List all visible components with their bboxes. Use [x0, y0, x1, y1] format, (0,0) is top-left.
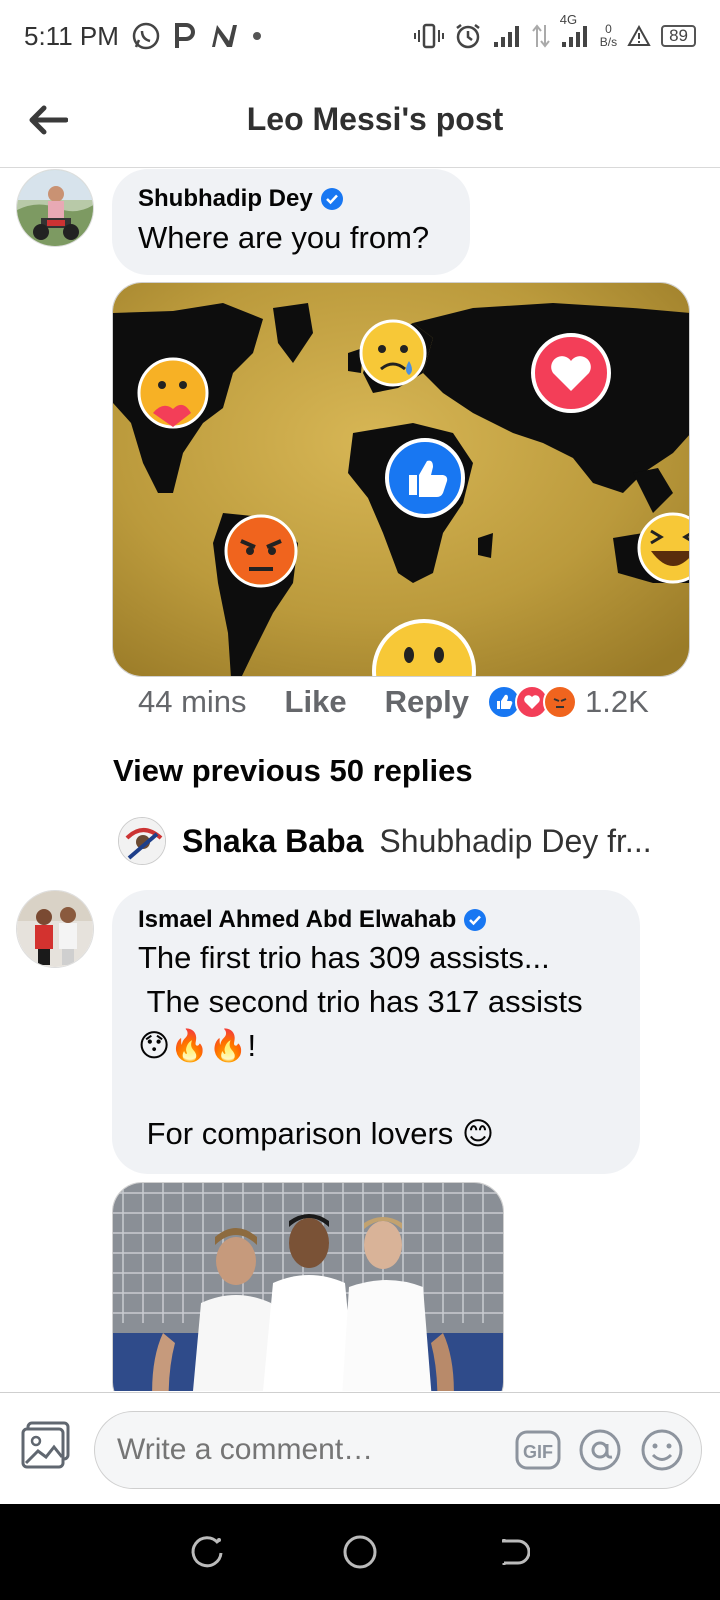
like-emoji-icon [385, 438, 465, 518]
notification-dot-icon [251, 30, 263, 42]
alarm-icon [454, 22, 482, 50]
angry-reaction-icon [543, 685, 577, 719]
comments-feed[interactable]: Shubhadip Dey Where are you from? 44 min… [0, 169, 720, 1391]
photo-icon [21, 1421, 70, 1469]
network-type: 4G [559, 12, 578, 27]
comment-image-world-map[interactable] [112, 282, 690, 677]
verified-badge-icon [320, 188, 343, 210]
comment-bubble[interactable]: Shubhadip Dey Where are you from? [112, 169, 470, 275]
system-nav-bar [0, 1504, 720, 1600]
reaction-count[interactable]: 1.2K [585, 684, 649, 720]
world-map-reactions-image [113, 283, 689, 676]
comment-image-players[interactable] [112, 1182, 504, 1391]
recents-button[interactable] [187, 1532, 227, 1572]
page-title: Leo Messi's post [246, 101, 504, 137]
signal-4g-icon: 4G [560, 12, 590, 48]
svg-text:GIF: GIF [523, 1442, 553, 1462]
sad-emoji-icon [359, 319, 427, 387]
mention-icon[interactable] [577, 1427, 623, 1473]
reply-author[interactable]: Shaka Baba [182, 823, 363, 860]
comment-author[interactable]: Shubhadip Dey [138, 185, 313, 213]
vibrate-icon [413, 22, 444, 50]
status-bar: 5:11 PM 4G 0 B/s 89 [0, 0, 720, 72]
angry-emoji-icon [224, 514, 298, 588]
care-emoji-icon [137, 357, 209, 429]
comment-input-container[interactable]: GIF [94, 1411, 702, 1489]
warning-icon [627, 25, 651, 47]
back-nav-icon [502, 1539, 531, 1565]
comment-timestamp: 44 mins [138, 684, 247, 719]
like-button[interactable]: Like [285, 684, 347, 720]
add-photo-button[interactable] [20, 1419, 72, 1471]
home-icon [343, 1535, 377, 1569]
comment-bubble[interactable]: Ismael Ahmed Abd Elwahab The first trio … [112, 890, 640, 1174]
avatar[interactable] [16, 169, 94, 247]
comment-composer: GIF [0, 1392, 720, 1504]
players-photo-image [113, 1183, 503, 1391]
emoji-icon[interactable] [639, 1427, 685, 1473]
comment-actions: 44 mins Like Reply 1.2K [138, 684, 649, 720]
back-button[interactable] [22, 94, 74, 146]
comment-text: Where are you from? [138, 220, 430, 255]
love-emoji-icon [531, 333, 611, 413]
post-header: Leo Messi's post [0, 72, 720, 168]
reply-button[interactable]: Reply [385, 684, 469, 720]
comment-input[interactable] [117, 1433, 515, 1467]
avatar[interactable] [16, 890, 94, 968]
battery-indicator: 89 [661, 25, 696, 47]
data-arrows-icon [531, 23, 550, 49]
recents-icon [191, 1536, 223, 1568]
view-previous-replies-link[interactable]: View previous 50 replies [113, 753, 473, 789]
avatar[interactable] [118, 817, 166, 865]
back-arrow-icon [29, 105, 68, 135]
data-rate: 0 B/s [600, 23, 617, 49]
home-button[interactable] [340, 1532, 380, 1572]
gif-icon[interactable]: GIF [515, 1427, 561, 1473]
reply-snippet: Shubhadip Dey fr... [379, 822, 652, 859]
signal-icon [492, 24, 522, 48]
whatsapp-icon [131, 21, 161, 51]
reaction-summary[interactable] [487, 685, 577, 719]
verified-badge-icon [464, 909, 487, 931]
back-nav-button[interactable] [493, 1532, 533, 1572]
data-rate-unit: B/s [599, 35, 618, 49]
reply-preview[interactable]: Shaka Baba Shubhadip Dey fr... [118, 817, 652, 865]
status-time: 5:11 PM [24, 20, 119, 51]
comment-text: The first trio has 309 assists... The se… [138, 940, 583, 1151]
comment-author[interactable]: Ismael Ahmed Abd Elwahab [138, 906, 456, 934]
parking-app-icon [173, 22, 197, 50]
news-app-icon [209, 23, 239, 49]
